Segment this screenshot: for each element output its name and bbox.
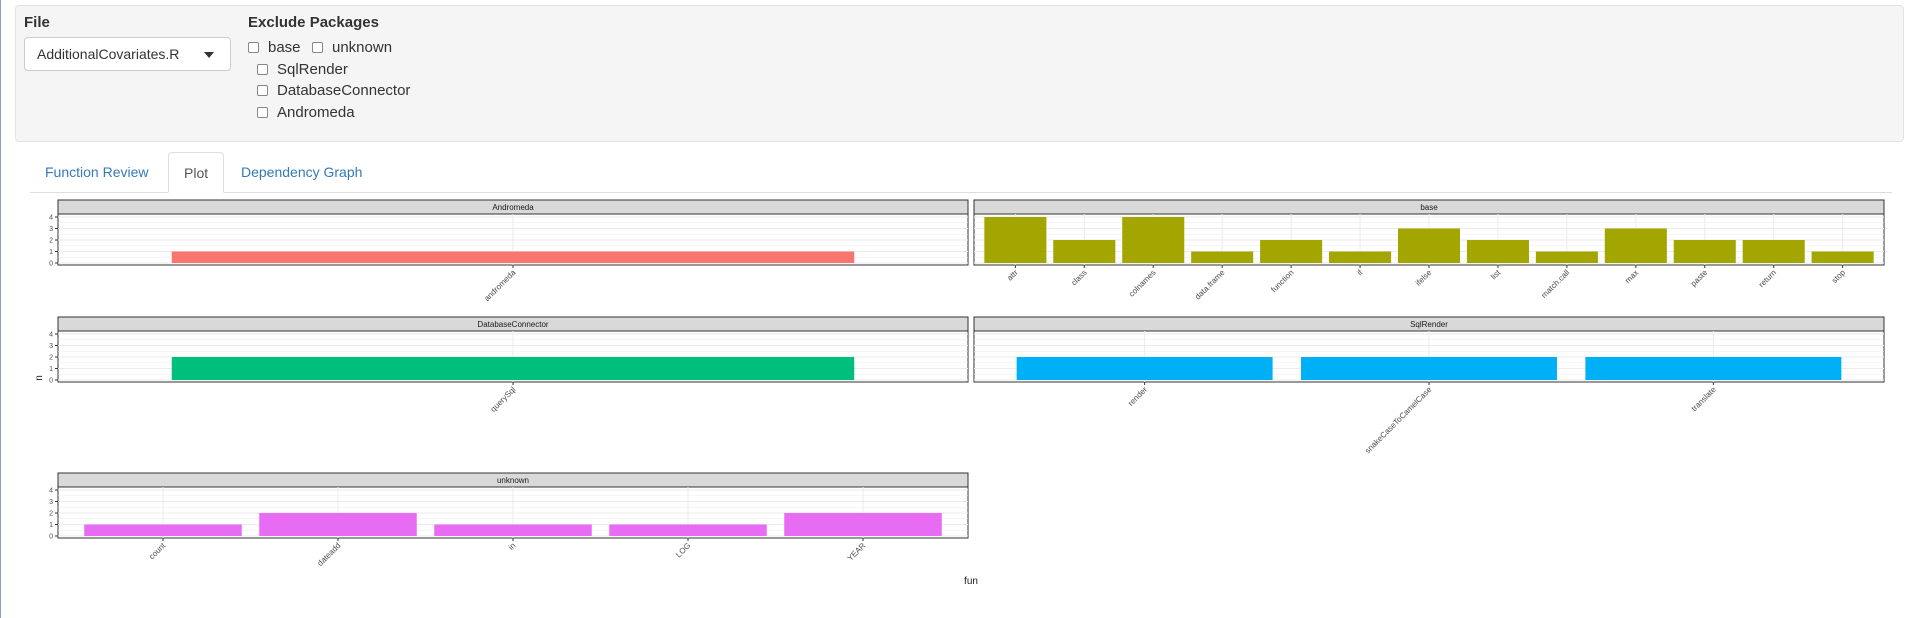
- bar-class: [1053, 240, 1116, 263]
- x-tick-label: function: [1269, 268, 1295, 294]
- y-tick-label: 0: [49, 534, 53, 541]
- bar-YEAR: [784, 513, 942, 536]
- x-tick-label: if: [1355, 268, 1365, 278]
- bar-translate: [1585, 357, 1842, 380]
- bar-dateadd: [259, 513, 417, 536]
- x-tick-label: LOG: [674, 541, 692, 559]
- facet-base: base attr class colnames data.frame function i…: [973, 199, 1885, 302]
- x-tick-label: max: [1623, 268, 1640, 285]
- x-tick-label: match.call: [1539, 268, 1571, 300]
- x-tick-label: return: [1757, 268, 1778, 289]
- x-tick-label: YEAR: [846, 541, 868, 563]
- y-tick-label: 2: [49, 238, 53, 245]
- x-tick-label: attr: [1005, 268, 1020, 283]
- facet-title: Andromeda: [492, 203, 534, 212]
- facet-title: DatabaseConnector: [477, 320, 548, 329]
- bar-count: [84, 524, 242, 536]
- x-tick-label: dateadd: [316, 541, 343, 568]
- y-tick-label: 3: [49, 499, 53, 506]
- x-tick-label: list: [1489, 268, 1503, 282]
- x-tick-label: querySql: [489, 385, 518, 414]
- x-tick-label: ifelse: [1414, 268, 1434, 288]
- x-tick-label: paste: [1689, 268, 1710, 289]
- bar-colnames: [1122, 217, 1185, 263]
- facet-databaseconnector: DatabaseConnector querySql 0 1 2 3 4: [49, 316, 969, 414]
- bar-max: [1604, 228, 1667, 263]
- y-tick-label: 2: [49, 511, 53, 518]
- x-tick-label: colnames: [1127, 268, 1158, 299]
- bar-stop: [1811, 251, 1874, 263]
- y-tick-label: 0: [49, 378, 53, 385]
- bar-if: [1329, 251, 1392, 263]
- x-tick-label: translate: [1690, 385, 1718, 413]
- bar-in: [434, 524, 592, 536]
- y-axis-title: n: [34, 375, 45, 381]
- bar-data.frame: [1191, 251, 1254, 263]
- facet-title: base: [1420, 203, 1438, 212]
- x-tick-label: andromeda: [482, 268, 517, 303]
- facet-title: unknown: [497, 476, 529, 485]
- facet-andromeda: Andromeda andromeda 0 1 2 3 4: [49, 199, 969, 303]
- bar-match.call: [1535, 251, 1598, 263]
- bar-LOG: [609, 524, 767, 536]
- bar-function: [1260, 240, 1323, 263]
- y-tick-label: 1: [49, 366, 53, 373]
- facet-unknown: unknown count dateadd in LOG YEAR 0 1 2 3 4: [49, 472, 969, 568]
- bar-ifelse: [1397, 228, 1461, 263]
- x-tick-label: snakeCaseToCamelCase: [1363, 385, 1434, 456]
- x-axis-title: fun: [964, 576, 978, 587]
- y-tick-label: 1: [49, 522, 53, 529]
- bar-paste: [1673, 240, 1736, 263]
- x-tick-label: stop: [1830, 268, 1847, 285]
- y-tick-label: 0: [49, 261, 53, 268]
- bar-list: [1466, 240, 1529, 263]
- bar-render: [1016, 357, 1273, 380]
- facet-sqlrender: SqlRender render snakeCaseToCamelCase trans…: [973, 316, 1885, 456]
- y-tick-label: 2: [49, 355, 53, 362]
- bar-return: [1742, 240, 1805, 263]
- facet-title: SqlRender: [1410, 320, 1448, 329]
- x-tick-label: in: [507, 541, 518, 552]
- bar-andromeda: [171, 251, 855, 263]
- y-tick-label: 4: [49, 332, 53, 339]
- x-tick-label: class: [1069, 268, 1088, 287]
- y-tick-label: 3: [49, 226, 53, 233]
- x-tick-label: count: [147, 541, 168, 562]
- x-tick-label: render: [1126, 385, 1149, 408]
- y-tick-label: 1: [49, 249, 53, 256]
- bar-snakeCaseToCamelCase: [1301, 357, 1557, 380]
- faceted-bar-chart: Andromeda andromeda 0 1 2 3 4 base attr class coln…: [34, 199, 1885, 587]
- y-tick-label: 4: [49, 215, 53, 222]
- y-tick-label: 4: [49, 488, 53, 495]
- bar-querySql: [171, 357, 855, 380]
- bar-attr: [984, 217, 1047, 263]
- y-tick-label: 3: [49, 343, 53, 350]
- x-tick-label: data.frame: [1193, 268, 1227, 302]
